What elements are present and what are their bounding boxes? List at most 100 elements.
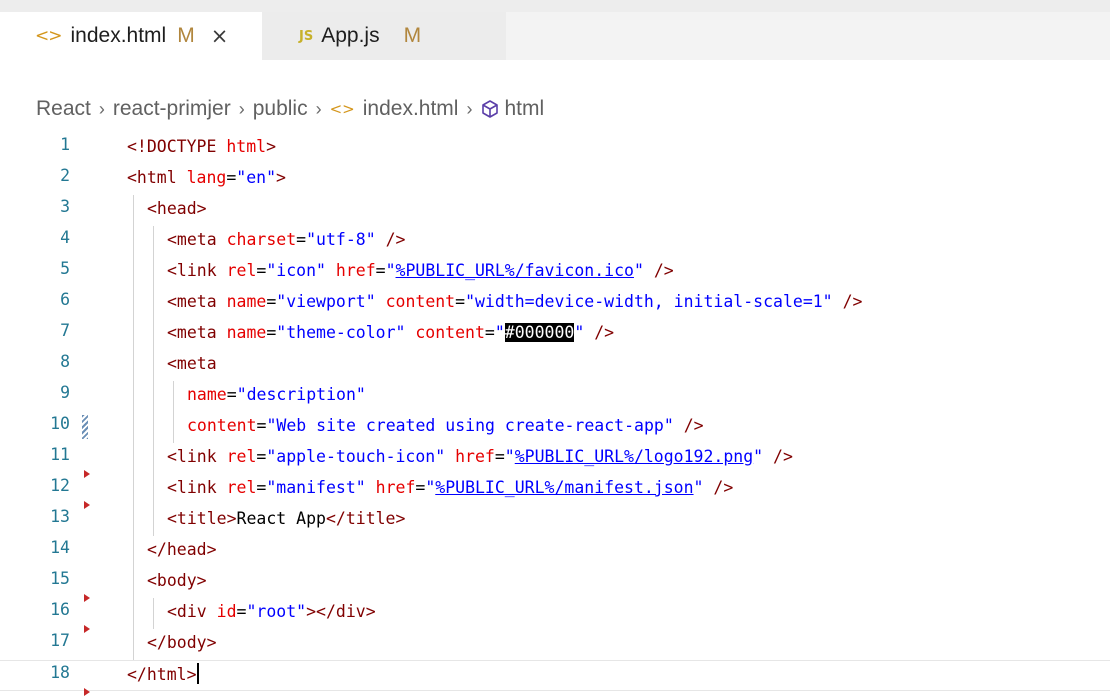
code-line[interactable]: 4 <meta charset="utf-8" /> xyxy=(0,226,1110,257)
line-number: 3 xyxy=(60,197,70,216)
code-text: <!DOCTYPE html> xyxy=(127,135,276,159)
code-line[interactable]: 7 <meta name="theme-color" content="#0000… xyxy=(0,319,1110,350)
code-token-str: " xyxy=(494,323,505,342)
code-token-str: "manifest" xyxy=(266,478,366,497)
code-token-tag: /> xyxy=(385,230,406,249)
breadcrumb-item-public[interactable]: public xyxy=(253,97,308,121)
editor-tab-bar: <> index.html M × JS App.js M xyxy=(0,12,1110,60)
code-token-attr: charset xyxy=(226,230,297,249)
code-line[interactable]: 1 <!DOCTYPE html> xyxy=(0,133,1110,164)
tab-label: index.html xyxy=(70,24,167,47)
code-line[interactable]: 9 name="description" xyxy=(0,381,1110,412)
indent-guide xyxy=(173,381,174,412)
code-line[interactable]: 17 </body> xyxy=(0,629,1110,660)
line-number: 10 xyxy=(50,414,70,433)
code-token-text: = xyxy=(266,292,277,311)
symbol-element-icon xyxy=(482,100,499,118)
code-token-attr: name xyxy=(226,323,267,342)
code-token-tag: </head> xyxy=(147,540,217,559)
code-token-link: %PUBLIC_URL%/logo192.png xyxy=(514,447,754,466)
code-text: <html lang="en"> xyxy=(127,166,286,190)
code-token-text: = xyxy=(256,261,267,280)
code-token-tag: <link xyxy=(167,447,227,466)
code-editor[interactable]: 1 <!DOCTYPE html> 2 <html lang="en"> 3 <head>… xyxy=(0,133,1110,697)
indent-guide xyxy=(133,288,134,319)
code-token-tag: <body> xyxy=(147,571,207,590)
code-line[interactable]: 18 </html> xyxy=(0,660,1110,696)
html-icon: <> xyxy=(329,100,355,118)
code-token-str: " xyxy=(633,261,644,280)
code-token-link: %PUBLIC_URL%/manifest.json xyxy=(435,478,694,497)
modified-badge: M xyxy=(403,24,422,47)
code-line[interactable]: 14 </head> xyxy=(0,536,1110,567)
code-line[interactable]: 16 <div id="root"></div> xyxy=(0,598,1110,633)
code-line[interactable]: 5 <link rel="icon" href="%PUBLIC_URL%/fav… xyxy=(0,257,1110,288)
code-token-tag: > xyxy=(266,137,277,156)
code-token-attr: content xyxy=(187,416,257,435)
code-line[interactable]: 6 <meta name="viewport" content="width=de… xyxy=(0,288,1110,319)
code-token-text: React App xyxy=(236,509,326,528)
code-line[interactable]: 12 <link rel="manifest" href="%PUBLIC_URL… xyxy=(0,474,1110,509)
code-line[interactable]: 15 <body> xyxy=(0,567,1110,602)
indent-guide xyxy=(133,536,134,567)
breadcrumb-item-html[interactable]: html xyxy=(504,97,544,121)
code-line[interactable]: 13 <title>React App</title> xyxy=(0,505,1110,536)
indent-guide xyxy=(173,412,174,443)
code-token-str: "description" xyxy=(236,385,366,404)
code-token-text: = xyxy=(266,323,277,342)
breadcrumb-item-react-primjer[interactable]: react-primjer xyxy=(113,97,231,121)
chevron-right-icon: › xyxy=(315,98,322,119)
breadcrumb-item-index-html[interactable]: index.html xyxy=(363,97,459,121)
indent-guide xyxy=(133,412,134,443)
code-token-text: = xyxy=(415,478,426,497)
tab-label: App.js xyxy=(321,24,380,47)
code-token-attr: rel xyxy=(226,478,257,497)
code-token-text: = xyxy=(226,168,237,187)
tab-app-js[interactable]: JS App.js M xyxy=(262,12,506,60)
code-text: <meta xyxy=(167,352,217,376)
code-token-tag: /> xyxy=(773,447,793,466)
code-token-tag: <meta xyxy=(167,292,227,311)
code-token-str: "theme-color" xyxy=(276,323,406,342)
code-line[interactable]: 10 content="Web site created using create… xyxy=(0,412,1110,443)
code-token-tag: <meta xyxy=(167,323,227,342)
code-token-text: = xyxy=(296,230,307,249)
code-token-str: "root" xyxy=(246,602,307,621)
text-cursor xyxy=(196,663,199,684)
indent-guide xyxy=(153,443,154,474)
line-number: 9 xyxy=(60,383,70,402)
code-text: </head> xyxy=(147,538,217,562)
breadcrumb-item-react[interactable]: React xyxy=(36,97,91,121)
js-icon: JS xyxy=(299,28,314,44)
code-token-attr: href xyxy=(375,478,416,497)
code-token-tag: <meta xyxy=(167,354,217,373)
code-token-tag: /> xyxy=(683,416,704,435)
line-number: 15 xyxy=(50,569,70,588)
close-icon[interactable]: × xyxy=(211,24,229,48)
code-text: <link rel="manifest" href="%PUBLIC_URL%/… xyxy=(167,476,733,500)
chevron-right-icon: › xyxy=(98,98,105,119)
chevron-right-icon: › xyxy=(466,98,473,119)
code-token-text: = xyxy=(256,478,267,497)
code-token-tag: <link xyxy=(167,478,227,497)
code-line[interactable]: 11 <link rel="apple-touch-icon" href="%PU… xyxy=(0,443,1110,478)
deleted-lines-marker-icon[interactable] xyxy=(84,688,90,696)
code-token-attr: href xyxy=(335,261,376,280)
tab-index-html[interactable]: <> index.html M × xyxy=(0,12,262,60)
code-token-tag: /> xyxy=(842,292,863,311)
code-line[interactable]: 8 <meta xyxy=(0,350,1110,381)
code-line[interactable]: 2 <html lang="en"> xyxy=(0,164,1110,195)
code-text: <head> xyxy=(147,197,207,221)
code-token-str: "utf-8" xyxy=(306,230,376,249)
code-token-str: "Web site created using create-react-app… xyxy=(266,416,674,435)
indent-guide xyxy=(133,474,134,505)
code-text: <meta name="viewport" content="width=dev… xyxy=(167,290,862,314)
change-indicator-icon[interactable] xyxy=(82,415,88,439)
code-line[interactable]: 3 <head> xyxy=(0,195,1110,226)
